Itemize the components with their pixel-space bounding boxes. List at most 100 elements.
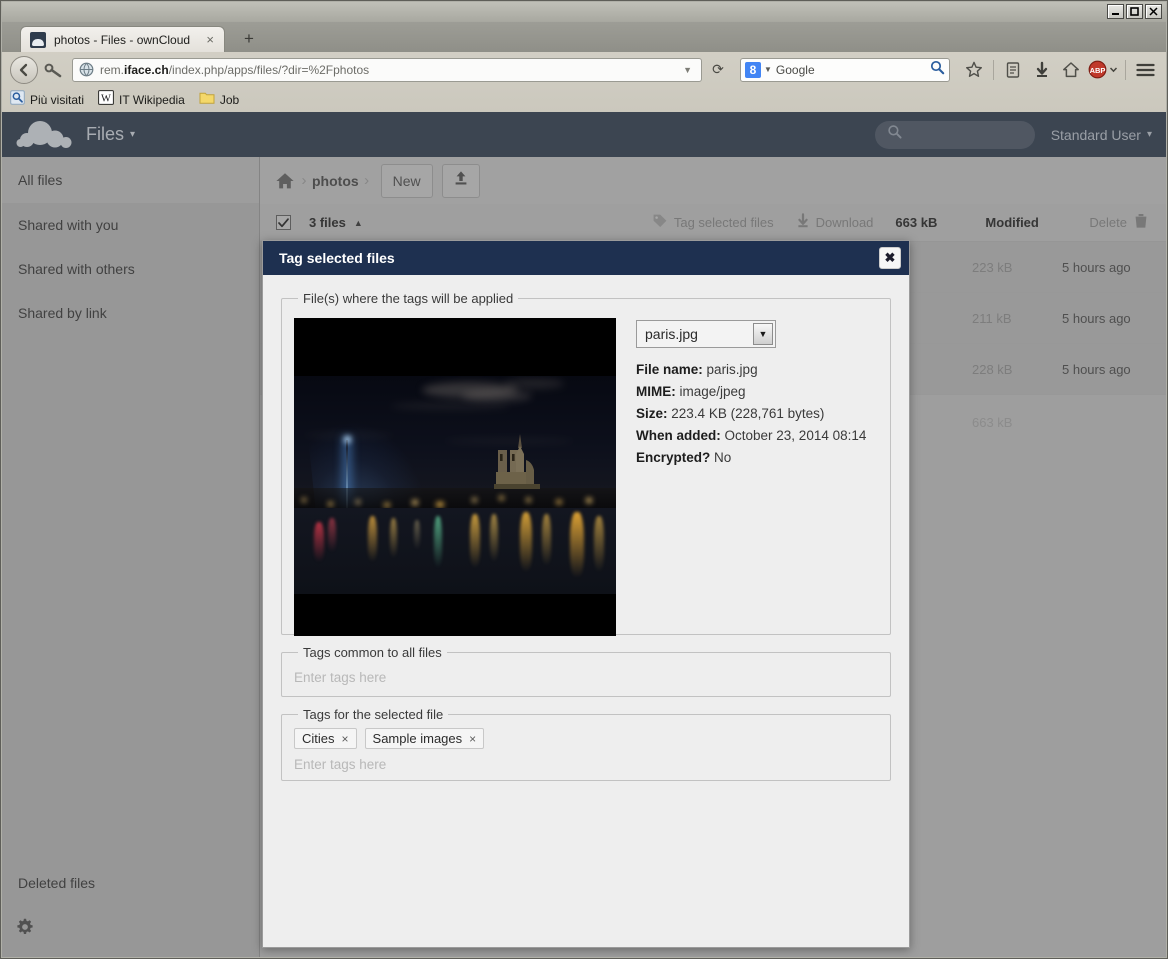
owncloud-search-input[interactable] (874, 120, 1035, 149)
tags-common-input[interactable]: Enter tags here (294, 666, 878, 685)
download-label: Download (815, 215, 874, 230)
new-tab-button[interactable]: + (238, 30, 260, 50)
settings-gear-icon[interactable] (16, 918, 34, 941)
sidebar-item-label: All files (18, 172, 63, 188)
row-size: 211 kB (972, 310, 1012, 326)
row-size: 223 kB (972, 259, 1013, 275)
upload-button[interactable] (441, 163, 480, 198)
sidebar-item-label: Shared with others (18, 261, 135, 277)
tags-file-legend: Tags for the selected file (303, 707, 444, 722)
reload-icon[interactable]: ⟳ (705, 57, 731, 83)
wikipedia-icon: W (98, 89, 114, 110)
menu-icon[interactable] (1132, 57, 1158, 83)
chevron-down-icon[interactable]: ▼ (678, 65, 697, 75)
minimize-button[interactable] (1107, 4, 1124, 19)
app-name[interactable]: Files ▾ (86, 124, 135, 145)
toolbar-divider (993, 59, 994, 80)
files-fieldset-legend: File(s) where the tags will be applied (303, 291, 514, 306)
notre-dame-silhouette (490, 428, 554, 500)
row-size: 228 kB (972, 361, 1013, 377)
meta-label: File name: (636, 362, 703, 377)
remove-tag-icon[interactable]: × (342, 732, 349, 746)
meta-label: Size: (636, 406, 668, 421)
tag-chip[interactable]: Cities × (294, 728, 357, 749)
chevron-down-icon[interactable]: ▼ (761, 65, 776, 74)
owncloud-logo-icon[interactable] (16, 118, 78, 152)
meta-label: MIME: (636, 384, 676, 399)
search-bar[interactable]: 8 ▼ Google (740, 57, 950, 82)
downloads-icon[interactable] (1029, 57, 1055, 83)
home-icon[interactable] (274, 170, 296, 192)
meta-value: paris.jpg (706, 362, 758, 377)
selected-file-label: paris.jpg (645, 326, 698, 342)
home-icon[interactable] (1058, 57, 1084, 83)
bookmark-it-wikipedia[interactable]: W IT Wikipedia (98, 89, 185, 110)
file-metadata: paris.jpg ▼ File name: paris.jpg MIME: i… (636, 318, 878, 636)
row-modified: 5 hours ago (1062, 361, 1131, 377)
google-icon[interactable]: 8 (745, 61, 761, 78)
reader-list-icon[interactable] (1000, 57, 1026, 83)
new-button[interactable]: New (380, 163, 433, 198)
close-button[interactable] (1145, 4, 1162, 19)
os-window: photos - Files - ownCloud × + rem.iface.… (0, 0, 1168, 959)
bookmark-star-icon[interactable] (961, 57, 987, 83)
meta-label: When added: (636, 428, 721, 443)
sidebar: All files Shared with you Shared with ot… (2, 157, 260, 957)
site-identity-icon[interactable] (79, 62, 95, 78)
remove-tag-icon[interactable]: × (469, 732, 476, 746)
sidebar-item-shared-with-you[interactable]: Shared with you (2, 203, 259, 247)
chevron-down-icon[interactable]: ▼ (753, 323, 773, 345)
adblock-plus-icon[interactable]: ABP (1087, 57, 1119, 83)
back-button[interactable] (10, 55, 38, 84)
sort-ascending-icon[interactable]: ▲ (354, 218, 363, 228)
tag-selected-files-dialog: Tag selected files ✖ File(s) where the t… (262, 240, 910, 948)
meta-value: image/jpeg (679, 384, 746, 399)
tag-selected-files-label: Tag selected files (673, 215, 774, 230)
forward-button[interactable] (41, 57, 67, 83)
url-path: /index.php/apps/files/?dir=%2Fphotos (168, 62, 370, 77)
download-button[interactable]: Download (796, 213, 874, 232)
column-header-size[interactable]: 663 kB (895, 215, 985, 230)
tag-chip-label: Sample images (372, 731, 463, 746)
tag-chip[interactable]: Sample images × (364, 728, 485, 749)
bookmark-most-visited[interactable]: Più visitati (10, 89, 85, 110)
meta-file-name: File name: paris.jpg (636, 362, 878, 377)
row-modified: 5 hours ago (1062, 310, 1131, 326)
download-icon (796, 213, 810, 232)
address-bar[interactable]: rem.iface.ch/index.php/apps/files/?dir=%… (72, 57, 702, 82)
dialog-body: File(s) where the tags will be applied p… (263, 275, 909, 781)
sidebar-item-shared-with-others[interactable]: Shared with others (2, 247, 259, 291)
bookmark-label: Più visitati (30, 92, 85, 107)
tag-selected-files-button[interactable]: Tag selected files (652, 213, 774, 232)
sidebar-item-deleted-files[interactable]: Deleted files (2, 861, 259, 905)
owncloud-favicon-icon (30, 31, 46, 48)
close-icon[interactable]: ✖ (879, 247, 901, 269)
column-header-modified[interactable]: Modified (985, 215, 1089, 230)
header-right: Standard User ▾ (874, 120, 1166, 149)
delete-button[interactable]: Delete (1089, 213, 1148, 232)
user-menu[interactable]: Standard User ▾ (1051, 127, 1152, 143)
bookmark-job[interactable]: Job (199, 90, 239, 110)
sidebar-item-all-files[interactable]: All files (2, 157, 259, 203)
meta-value: No (714, 450, 732, 465)
search-magnifier-icon[interactable] (930, 60, 945, 80)
thumbnail-image-paris-night (294, 376, 616, 594)
bookmarks-bar: Più visitati W IT Wikipedia Job (2, 87, 1166, 112)
dialog-title-label: Tag selected files (279, 250, 395, 266)
search-input[interactable]: Google (776, 63, 930, 77)
sidebar-item-shared-by-link[interactable]: Shared by link (2, 291, 259, 335)
tag-chip-list: Cities × Sample images × (294, 728, 878, 749)
maximize-button[interactable] (1126, 4, 1143, 19)
bookmark-label: IT Wikipedia (119, 92, 185, 107)
select-all-checkbox[interactable] (276, 215, 291, 230)
tags-file-input[interactable]: Enter tags here (294, 753, 878, 772)
svg-text:ABP: ABP (1090, 66, 1106, 75)
meta-encrypted: Encrypted? No (636, 450, 878, 465)
folder-icon (199, 90, 215, 110)
trash-icon (1134, 213, 1148, 232)
browser-tab[interactable]: photos - Files - ownCloud × (20, 26, 225, 52)
file-count-label[interactable]: 3 files (309, 215, 346, 230)
breadcrumb-current[interactable]: photos (312, 173, 359, 189)
tab-close-icon[interactable]: × (202, 32, 218, 47)
file-select-dropdown[interactable]: paris.jpg ▼ (636, 320, 776, 348)
